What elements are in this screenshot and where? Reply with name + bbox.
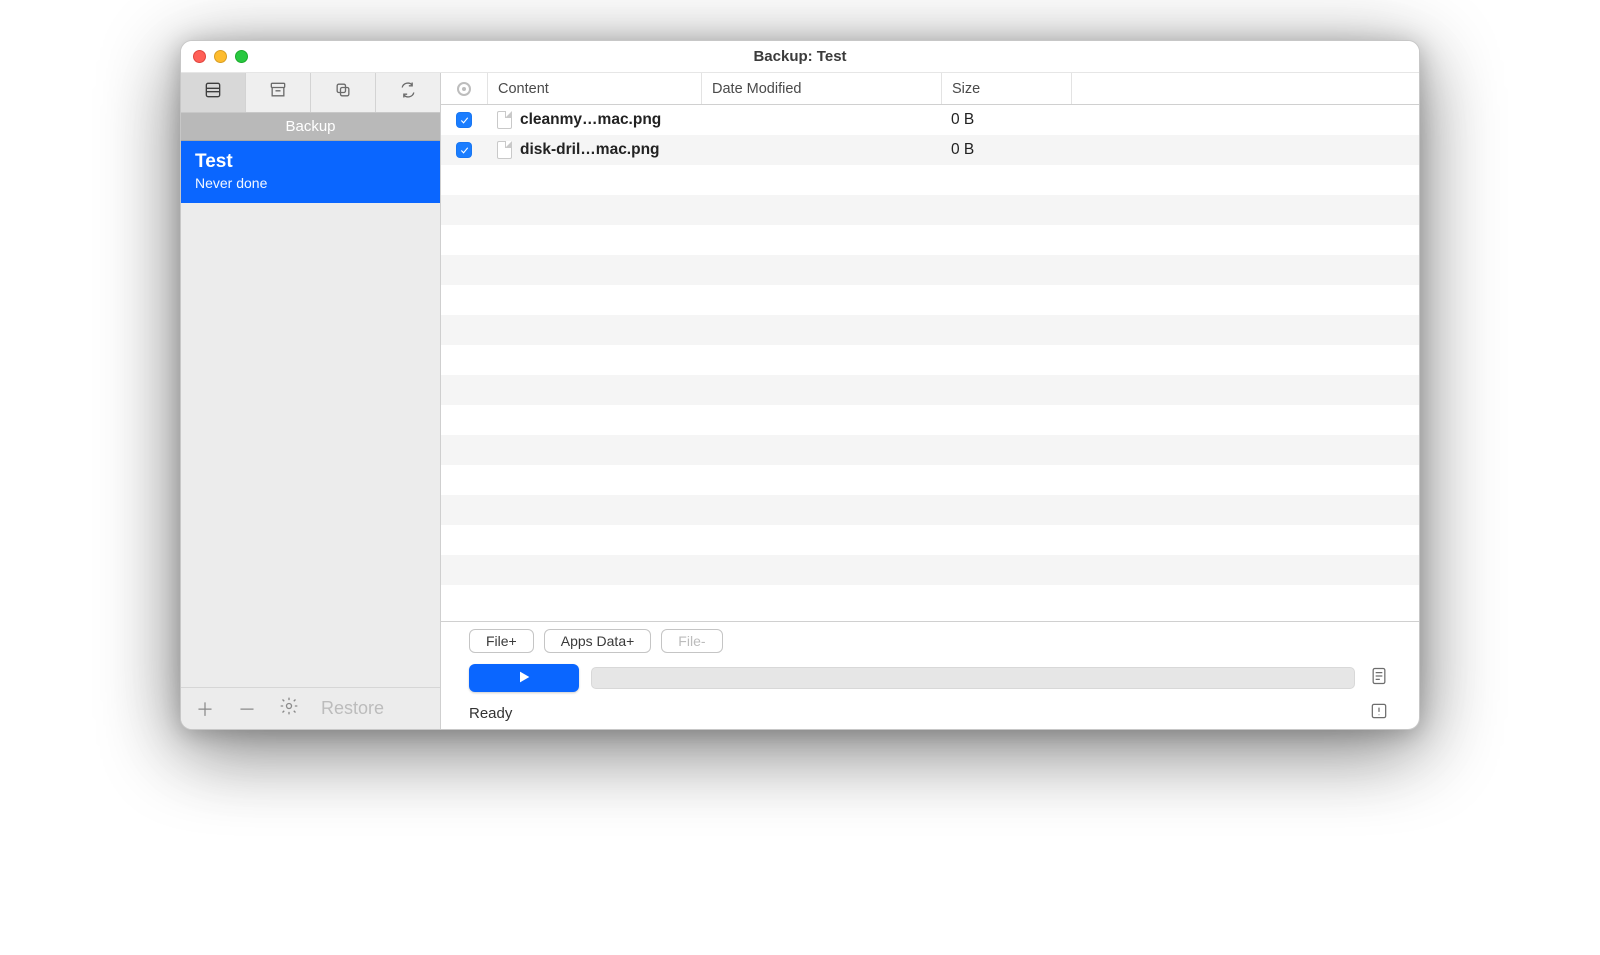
minimize-window-button[interactable]	[214, 50, 227, 63]
restore-button[interactable]: Restore	[321, 698, 384, 719]
close-window-button[interactable]	[193, 50, 206, 63]
row-filename-text: disk-dril…mac.png	[520, 141, 660, 159]
settings-button[interactable]	[279, 696, 299, 721]
add-plan-button[interactable]: ＋	[195, 696, 215, 722]
list-icon	[203, 80, 223, 105]
checkmark-icon	[456, 142, 472, 158]
play-icon	[516, 669, 532, 688]
tab-copy[interactable]	[311, 73, 376, 112]
row-checkbox[interactable]	[441, 112, 487, 128]
row-filename-text: cleanmy…mac.png	[520, 111, 661, 129]
window-title: Backup: Test	[181, 48, 1419, 65]
table-row	[441, 345, 1419, 375]
backup-plan-status: Never done	[195, 175, 426, 191]
sidebar-section-header: Backup	[181, 113, 440, 141]
row-filename: cleanmy…mac.png	[487, 111, 701, 129]
table-row[interactable]: cleanmy…mac.png 0 B	[441, 105, 1419, 135]
status-text: Ready	[469, 705, 512, 722]
title-bar: Backup: Test	[181, 41, 1419, 73]
sidebar-footer: ＋ － Restore	[181, 687, 440, 729]
app-window: Backup: Test	[180, 40, 1420, 730]
remove-file-button[interactable]: File-	[661, 629, 722, 653]
table-row	[441, 495, 1419, 525]
add-file-button[interactable]: File+	[469, 629, 534, 653]
tab-backups[interactable]	[181, 73, 246, 112]
alert-icon	[1369, 701, 1389, 725]
backup-plan-item[interactable]: Test Never done	[181, 141, 440, 203]
table-row	[441, 375, 1419, 405]
document-icon	[1369, 666, 1389, 691]
content-pane: Content Date Modified Size cleanmy…mac.p…	[441, 73, 1419, 729]
table-row	[441, 405, 1419, 435]
status-bar: Ready	[441, 697, 1419, 729]
table-row	[441, 315, 1419, 345]
sync-icon	[398, 80, 418, 105]
table-row	[441, 255, 1419, 285]
log-button[interactable]	[1367, 666, 1391, 690]
row-size: 0 B	[941, 111, 1071, 129]
table-row	[441, 465, 1419, 495]
file-table-body: cleanmy…mac.png 0 B disk-dril…mac.png 0 B	[441, 105, 1419, 621]
remove-plan-button[interactable]: －	[237, 696, 257, 722]
column-header-content[interactable]: Content	[487, 73, 701, 104]
table-row	[441, 165, 1419, 195]
select-column-header[interactable]	[441, 73, 487, 104]
file-icon	[497, 141, 512, 159]
sidebar: Backup Test Never done ＋ － Restore	[181, 73, 441, 729]
checkmark-icon	[456, 112, 472, 128]
gear-icon	[279, 696, 299, 721]
row-size: 0 B	[941, 141, 1071, 159]
column-header-size[interactable]: Size	[941, 73, 1071, 104]
alerts-button[interactable]	[1367, 701, 1391, 725]
tab-sync[interactable]	[376, 73, 440, 112]
table-row	[441, 555, 1419, 585]
table-row	[441, 585, 1419, 615]
maximize-window-button[interactable]	[235, 50, 248, 63]
row-checkbox[interactable]	[441, 142, 487, 158]
copy-icon	[333, 80, 353, 105]
table-row	[441, 195, 1419, 225]
run-backup-button[interactable]	[469, 664, 579, 692]
progress-bar	[591, 667, 1355, 689]
archive-icon	[268, 80, 288, 105]
sidebar-tabs	[181, 73, 440, 113]
target-icon	[457, 82, 471, 96]
table-header: Content Date Modified Size	[441, 73, 1419, 105]
tab-archive[interactable]	[246, 73, 311, 112]
file-buttons-bar: File+ Apps Data+ File-	[441, 621, 1419, 659]
run-bar	[441, 659, 1419, 697]
add-apps-data-button[interactable]: Apps Data+	[544, 629, 652, 653]
table-row	[441, 525, 1419, 555]
table-row	[441, 435, 1419, 465]
file-icon	[497, 111, 512, 129]
table-row	[441, 285, 1419, 315]
backup-plan-name: Test	[195, 151, 426, 173]
row-filename: disk-dril…mac.png	[487, 141, 701, 159]
column-header-date[interactable]: Date Modified	[701, 73, 941, 104]
table-row	[441, 225, 1419, 255]
table-row[interactable]: disk-dril…mac.png 0 B	[441, 135, 1419, 165]
